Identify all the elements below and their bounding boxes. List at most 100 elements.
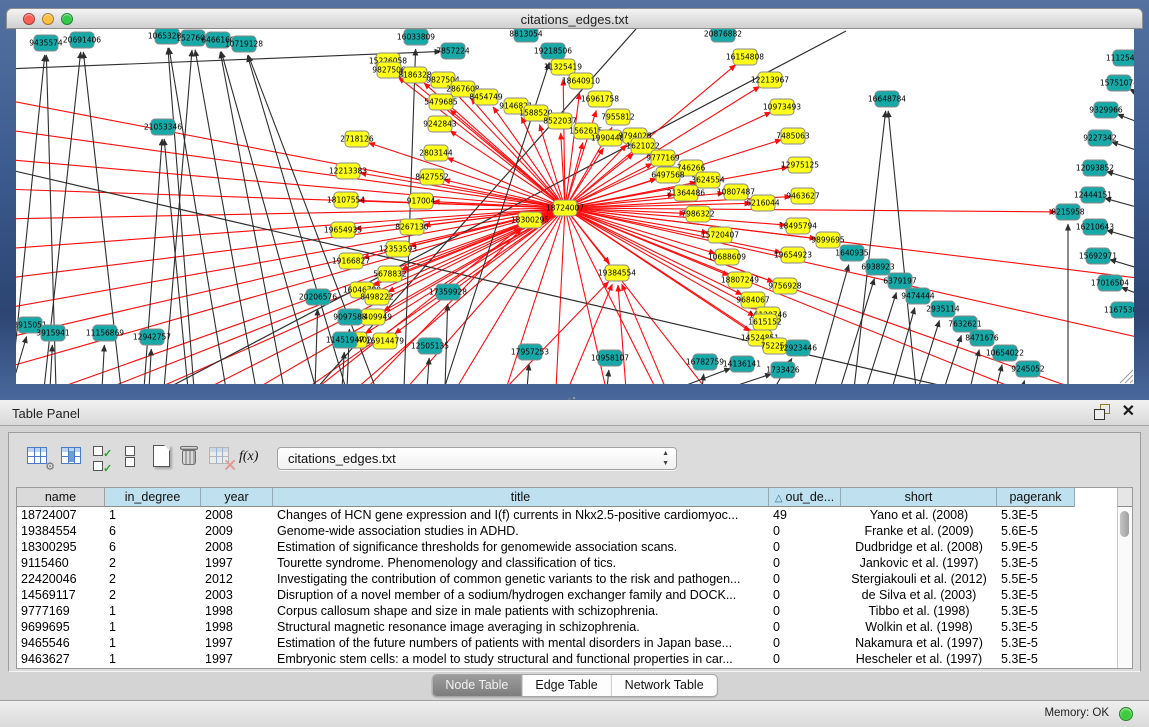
- delete-column-icon[interactable]: [179, 445, 203, 469]
- window-resize-grip[interactable]: [1120, 370, 1133, 383]
- graph-node[interactable]: 19384554: [598, 265, 636, 281]
- graph-node[interactable]: 11156869: [86, 325, 124, 341]
- select-columns-icon[interactable]: [61, 445, 85, 469]
- graph-node[interactable]: 12213383: [329, 163, 367, 179]
- graph-node[interactable]: 12444151: [1074, 187, 1112, 203]
- graph-node[interactable]: 9684067: [736, 292, 770, 308]
- table-cell[interactable]: 5.3E-5: [997, 651, 1075, 667]
- table-cell[interactable]: Tibbo et al. (1998): [841, 603, 997, 619]
- graph-node[interactable]: 9899695: [811, 232, 845, 248]
- table-cell[interactable]: Dudbridge et al. (2008): [841, 539, 997, 555]
- graph-node[interactable]: 18107554: [327, 192, 365, 208]
- table-cell[interactable]: 5.6E-5: [997, 523, 1075, 539]
- graph-node[interactable]: 6216044: [746, 195, 780, 211]
- graph-node[interactable]: 15692971: [1079, 248, 1117, 264]
- table-cell[interactable]: 5.5E-5: [997, 571, 1075, 587]
- node-attribute-table[interactable]: namein_degreeyeartitle△out_de...shortpag…: [16, 487, 1133, 669]
- network-view-canvas[interactable]: 1872400718300295193845542718126122133831…: [16, 29, 1134, 384]
- table-cell[interactable]: 9465546: [17, 635, 105, 651]
- table-cell[interactable]: Disruption of a novel member of a sodium…: [273, 587, 769, 603]
- graph-node[interactable]: 9329966: [1089, 102, 1123, 118]
- table-cell[interactable]: 1997: [201, 555, 273, 571]
- table-cell[interactable]: Estimation of the future numbers of pati…: [273, 635, 769, 651]
- graph-node[interactable]: 8215958: [1051, 204, 1085, 220]
- graph-node[interactable]: 2803144: [419, 145, 453, 161]
- row-height-icon[interactable]: [125, 445, 137, 469]
- graph-node[interactable]: 1640935: [835, 245, 869, 261]
- function-builder-icon[interactable]: f(x): [239, 445, 263, 469]
- table-cell[interactable]: 9699695: [17, 619, 105, 635]
- graph-node[interactable]: 7857224: [436, 43, 470, 59]
- table-cell[interactable]: 2009: [201, 523, 273, 539]
- table-row[interactable]: 946554611997Estimation of the future num…: [17, 635, 1117, 651]
- graph-node[interactable]: 2935114: [926, 301, 960, 317]
- table-cell[interactable]: 0: [769, 523, 841, 539]
- table-row[interactable]: 969969511998Structural magnetic resonanc…: [17, 619, 1117, 635]
- graph-node[interactable]: 12213967: [751, 72, 789, 88]
- column-header-out_de[interactable]: △out_de...: [769, 488, 841, 507]
- table-cell[interactable]: 5.3E-5: [997, 587, 1075, 603]
- table-cell[interactable]: 9463627: [17, 651, 105, 667]
- graph-node[interactable]: 9227342: [1083, 130, 1117, 146]
- table-settings-icon[interactable]: ⚙: [27, 445, 51, 469]
- table-cell[interactable]: 5.9E-5: [997, 539, 1075, 555]
- table-cell[interactable]: 1: [105, 603, 201, 619]
- graph-node[interactable]: 16033809: [397, 29, 435, 45]
- graph-node[interactable]: 7986322: [681, 206, 715, 222]
- close-panel-icon[interactable]: ✕: [1122, 404, 1135, 420]
- table-cell[interactable]: Wolkin et al. (1998): [841, 619, 997, 635]
- graph-node[interactable]: 20876882: [704, 29, 742, 42]
- graph-node[interactable]: 11125404: [1106, 50, 1134, 66]
- table-row[interactable]: 1938455462009Genome-wide association stu…: [17, 523, 1117, 539]
- graph-node[interactable]: 16961758: [581, 91, 619, 107]
- table-selector-dropdown[interactable]: citations_edges.txt ▲▼: [277, 447, 677, 470]
- float-panel-icon[interactable]: [1094, 404, 1110, 420]
- table-cell[interactable]: 0: [769, 555, 841, 571]
- table-cell[interactable]: 2: [105, 587, 201, 603]
- graph-node[interactable]: 3915941: [36, 325, 70, 341]
- graph-node[interactable]: 9756928: [768, 278, 802, 294]
- table-cell[interactable]: 18300295: [17, 539, 105, 555]
- graph-node[interactable]: 19654935: [324, 222, 362, 238]
- graph-node[interactable]: 9777169: [646, 150, 680, 166]
- graph-node[interactable]: 9242843: [423, 116, 457, 132]
- graph-node[interactable]: 9474444: [901, 288, 935, 304]
- scrollbar-thumb[interactable]: [1120, 511, 1129, 537]
- table-cell[interactable]: Changes of HCN gene expression and I(f) …: [273, 507, 769, 523]
- graph-node[interactable]: 6379197: [883, 273, 917, 289]
- graph-node[interactable]: 1615152: [748, 314, 782, 330]
- graph-node[interactable]: 18495794: [779, 218, 817, 234]
- table-cell[interactable]: 6: [105, 523, 201, 539]
- table-cell[interactable]: 0: [769, 587, 841, 603]
- table-cell[interactable]: 1: [105, 619, 201, 635]
- graph-node[interactable]: 20691406: [63, 32, 101, 48]
- tab-edge-table[interactable]: Edge Table: [521, 675, 610, 696]
- column-header-in_degree[interactable]: in_degree: [105, 488, 201, 507]
- table-row[interactable]: 1872400712008Changes of HCN gene express…: [17, 507, 1117, 523]
- table-cell[interactable]: 14569117: [17, 587, 105, 603]
- graph-node[interactable]: 19218506: [534, 43, 572, 59]
- graph-node[interactable]: 2718126: [340, 131, 374, 147]
- table-cell[interactable]: Yano et al. (2008): [841, 507, 997, 523]
- table-cell[interactable]: Tourette syndrome. Phenomenology and cla…: [273, 555, 769, 571]
- create-column-icon[interactable]: [151, 445, 175, 469]
- graph-node[interactable]: 15720407: [701, 227, 739, 243]
- table-cell[interactable]: 0: [769, 571, 841, 587]
- graph-node[interactable]: 8498222: [360, 289, 394, 305]
- column-header-year[interactable]: year: [201, 488, 273, 507]
- graph-node[interactable]: 12942757: [133, 329, 171, 345]
- table-cell[interactable]: 1: [105, 507, 201, 523]
- citation-network-graph[interactable]: 1872400718300295193845542718126122133831…: [16, 29, 1134, 384]
- column-header-short[interactable]: short: [841, 488, 997, 507]
- table-cell[interactable]: 5.3E-5: [997, 507, 1075, 523]
- graph-node[interactable]: 8454749: [469, 89, 503, 105]
- table-cell[interactable]: 18724007: [17, 507, 105, 523]
- table-row[interactable]: 1456911722003Disruption of a novel membe…: [17, 587, 1117, 603]
- network-window-titlebar[interactable]: citations_edges.txt: [6, 8, 1143, 29]
- graph-node[interactable]: 11675300: [1104, 302, 1134, 318]
- table-row[interactable]: 911546021997Tourette syndrome. Phenomeno…: [17, 555, 1117, 571]
- graph-node[interactable]: 16782759: [686, 354, 724, 370]
- graph-node[interactable]: 9097588: [333, 309, 367, 325]
- graph-node[interactable]: 6497568: [651, 167, 685, 183]
- graph-node[interactable]: 9245052: [1011, 361, 1045, 377]
